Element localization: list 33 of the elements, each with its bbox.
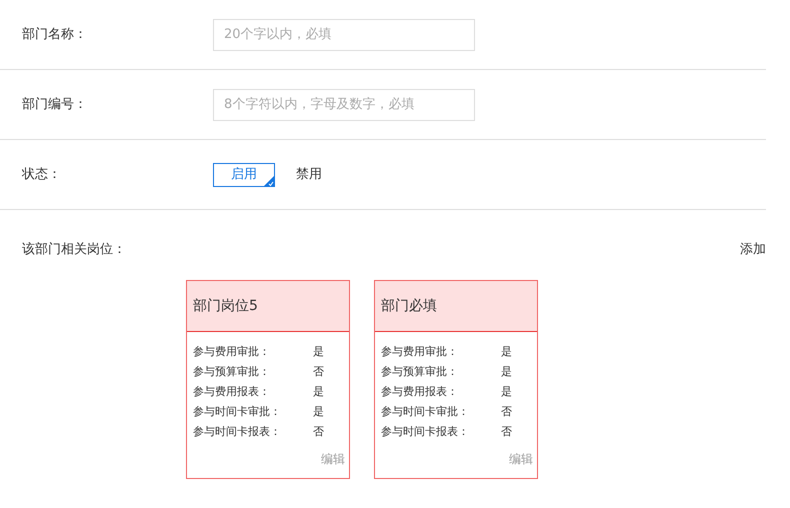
input-field[interactable]: 8个字符以内，字母及数字，必填	[213, 88, 475, 120]
section-label: 该部门相关岗位：	[22, 241, 126, 259]
add-link[interactable]: 添加	[740, 240, 766, 258]
edit-link[interactable]: 编辑	[321, 450, 349, 478]
row-label: 参与时间卡审批：	[193, 404, 282, 420]
row-label: 参与费用审批：	[193, 344, 271, 360]
row-label: 参与预算审批：	[381, 364, 459, 380]
edit-link[interactable]: 编辑	[509, 450, 537, 478]
row-value: 是	[501, 384, 512, 400]
row-label: 参与费用报表：	[193, 384, 271, 400]
field-label: 状态：	[22, 166, 62, 184]
row-value: 是	[501, 344, 512, 360]
row-value: 否	[313, 424, 324, 440]
row-value: 是	[313, 344, 324, 360]
status-option[interactable]: 启用	[213, 162, 275, 186]
row-value: 否	[313, 364, 324, 380]
check-icon	[263, 174, 275, 186]
row-value: 否	[501, 424, 512, 440]
row-label: 参与费用报表：	[381, 384, 459, 400]
field-label: 部门名称：	[22, 26, 88, 44]
input-field[interactable]: 20个字以内，必填	[213, 18, 475, 50]
row-label: 参与时间卡报表：	[193, 424, 282, 440]
field-label: 部门编号：	[22, 96, 88, 114]
row-value: 是	[313, 384, 324, 400]
row-value: 是	[501, 364, 512, 380]
card-title: 部门岗位5	[187, 281, 349, 332]
row-label: 参与时间卡报表：	[381, 424, 470, 440]
row-label: 参与时间卡审批：	[381, 404, 470, 420]
card-title: 部门必填	[375, 281, 537, 332]
row-label: 参与预算审批：	[193, 364, 271, 380]
row-value: 否	[501, 404, 512, 420]
row-label: 参与费用审批：	[381, 344, 459, 360]
row-value: 是	[313, 404, 324, 420]
